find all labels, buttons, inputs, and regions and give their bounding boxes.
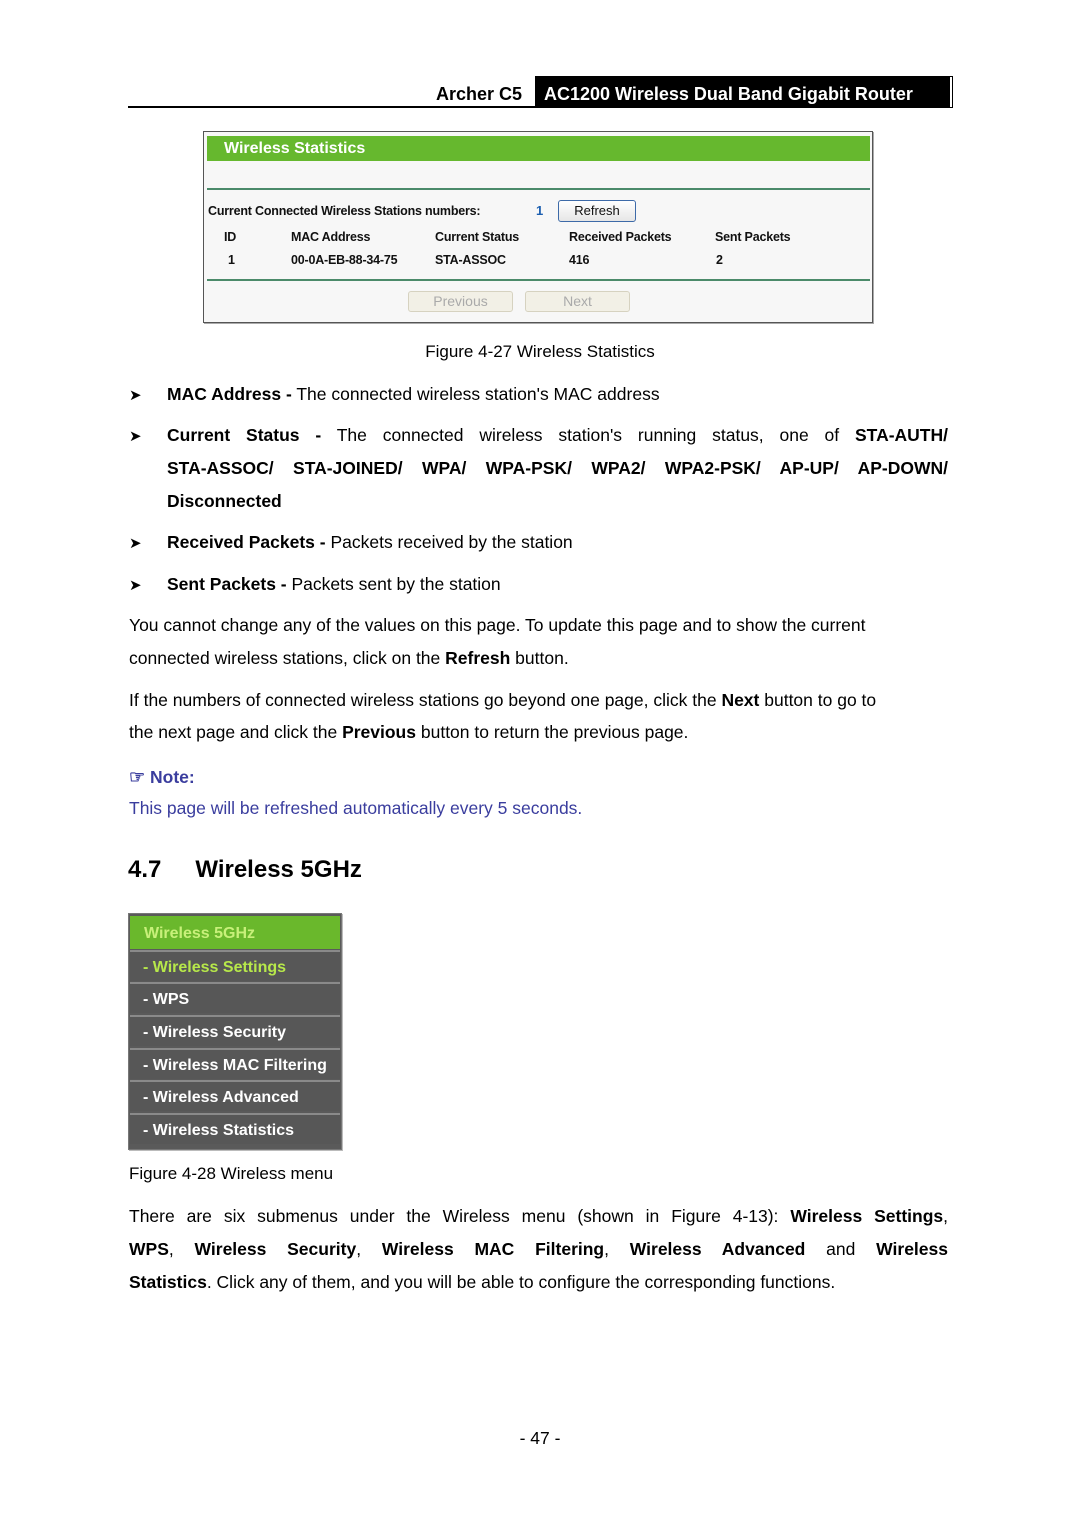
bullet-sent-packets: Sent Packets - Packets sent by the stati… <box>167 568 501 601</box>
note-heading: ☞ Note: <box>129 767 195 788</box>
text: . Click any of them, and you will be abl… <box>206 1272 836 1292</box>
col-header-sent: Sent Packets <box>715 230 791 244</box>
text: the next page and click the <box>129 722 343 742</box>
bullet-term: Current Status - <box>167 425 322 445</box>
bullet-arrow-icon: ➤ <box>129 535 142 552</box>
cell-mac: 00-0A-EB-88-34-75 <box>291 253 398 267</box>
header-product-title: AC1200 Wireless Dual Band Gigabit Router <box>535 76 953 108</box>
bullet-term: MAC Address - <box>167 384 292 404</box>
text: connected wireless stations, click on th… <box>129 648 446 668</box>
menu-item-wireless-mac-filtering[interactable]: - Wireless MAC Filtering <box>130 1048 340 1079</box>
figure-caption: Figure 4-27 Wireless Statistics <box>425 342 655 361</box>
bullet-mac-address: MAC Address - The connected wireless sta… <box>167 378 660 411</box>
paragraph-line: You cannot change any of the values on t… <box>129 615 866 635</box>
status-values: Disconnected <box>167 491 282 511</box>
paragraph-line: There are six submenus under the Wireles… <box>129 1200 948 1233</box>
text: and <box>805 1239 877 1259</box>
text: button to return the previous page. <box>416 722 689 742</box>
menu-item-wps[interactable]: - WPS <box>130 982 340 1013</box>
note-label: Note: <box>150 767 195 787</box>
bullet-item: ➤ <box>129 419 142 453</box>
bullet-desc: The connected wireless station's running… <box>321 425 855 445</box>
bullet-term: Received Packets - <box>167 532 326 552</box>
panel-title: Wireless Statistics <box>207 136 870 161</box>
note-text: This page will be refreshed automaticall… <box>129 798 583 818</box>
header-model: Archer C5 <box>436 84 523 104</box>
col-header-mac: MAC Address <box>291 230 371 244</box>
term: WPS <box>129 1239 169 1259</box>
next-button[interactable]: Next <box>525 291 630 312</box>
status-values: STA-AUTH/ <box>855 425 948 445</box>
bullet-current-status-line3: Disconnected <box>167 485 282 518</box>
col-header-id: ID <box>224 230 237 244</box>
menu-heading[interactable]: Wireless 5GHz <box>130 916 340 949</box>
col-header-received: Received Packets <box>569 230 672 244</box>
term: Wireless <box>876 1239 948 1259</box>
section-number: 4.7 <box>128 856 162 883</box>
text: , <box>943 1206 948 1226</box>
bullet-arrow-icon: ➤ <box>129 577 142 594</box>
panel-divider <box>207 279 870 281</box>
page-number: - 47 - <box>519 1428 561 1448</box>
term: Wireless MAC Filtering <box>381 1239 605 1259</box>
cell-received: 416 <box>569 253 590 267</box>
pointing-hand-icon: ☞ <box>129 767 146 787</box>
paragraph-line: If the numbers of connected wireless sta… <box>129 684 876 717</box>
term: Wireless Settings <box>790 1206 944 1226</box>
bullet-item: ➤ <box>129 378 142 412</box>
paragraph-line: connected wireless stations, click on th… <box>129 642 569 675</box>
menu-item-wireless-statistics[interactable]: - Wireless Statistics <box>130 1113 340 1144</box>
paragraph-line: Statistics. Click any of them, and you w… <box>129 1266 835 1299</box>
cell-status: STA-ASSOC <box>435 253 506 267</box>
bullet-item: ➤ <box>129 526 142 560</box>
cell-id: 1 <box>228 253 235 267</box>
term: Statistics <box>129 1272 207 1292</box>
menu-item-wireless-advanced[interactable]: - Wireless Advanced <box>130 1080 340 1111</box>
paragraph-line: WPS, Wireless Security, Wireless MAC Fil… <box>129 1233 948 1266</box>
stations-count-label: Current Connected Wireless Stations numb… <box>208 204 481 218</box>
bullet-desc: Packets sent by the station <box>286 574 501 594</box>
bullet-current-status-line2: STA-ASSOC/ STA-JOINED/ WPA/ WPA-PSK/ WPA… <box>167 452 948 485</box>
text: , <box>356 1239 382 1259</box>
menu-item-wireless-settings[interactable]: - Wireless Settings <box>130 950 340 981</box>
bullet-term: Sent Packets - <box>167 574 287 594</box>
cell-sent: 2 <box>716 253 723 267</box>
bullet-received-packets: Received Packets - Packets received by t… <box>167 526 573 559</box>
text: There are six submenus under the Wireles… <box>129 1206 791 1226</box>
refresh-term: Refresh <box>445 648 511 668</box>
section-title: Wireless 5GHz <box>195 856 362 883</box>
panel-divider <box>207 188 870 190</box>
previous-term: Previous <box>342 722 416 742</box>
term: Wireless Advanced <box>629 1239 806 1259</box>
text: , <box>168 1239 195 1259</box>
previous-button[interactable]: Previous <box>408 291 513 312</box>
paragraph-line: the next page and click the Previous but… <box>129 716 688 749</box>
text: If the numbers of connected wireless sta… <box>129 690 722 710</box>
bullet-desc: Packets received by the station <box>325 532 573 552</box>
col-header-status: Current Status <box>435 230 520 244</box>
bullet-item: ➤ <box>129 568 142 602</box>
figure-caption: Figure 4-28 Wireless menu <box>129 1164 334 1183</box>
bullet-current-status-line1: Current Status - The connected wireless … <box>167 419 948 452</box>
text: button to go to <box>759 690 877 710</box>
term: Wireless Security <box>194 1239 357 1259</box>
text: button. <box>510 648 569 668</box>
bullet-arrow-icon: ➤ <box>129 387 142 404</box>
bullet-desc: The connected wireless station's MAC add… <box>291 384 660 404</box>
refresh-button[interactable]: Refresh <box>558 200 636 222</box>
status-values: STA-ASSOC/ STA-JOINED/ WPA/ WPA-PSK/ WPA… <box>167 458 948 478</box>
stations-count-value: 1 <box>536 203 544 218</box>
next-term: Next <box>721 690 760 710</box>
section-heading: 4.7 Wireless 5GHz <box>128 856 362 884</box>
text: , <box>604 1239 630 1259</box>
bullet-arrow-icon: ➤ <box>129 428 142 445</box>
menu-item-wireless-security[interactable]: - Wireless Security <box>130 1015 340 1046</box>
